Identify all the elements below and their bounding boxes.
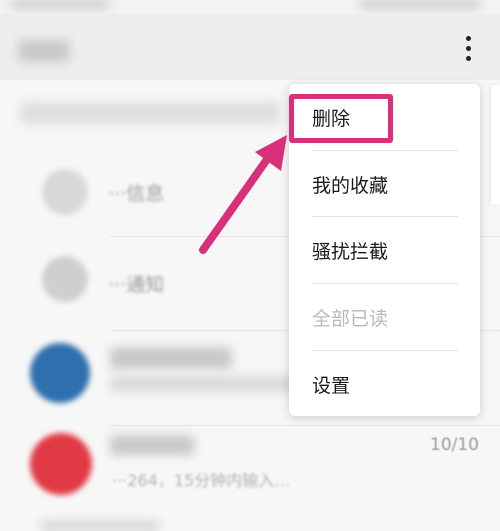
pointer-arrow-icon [199, 135, 287, 254]
